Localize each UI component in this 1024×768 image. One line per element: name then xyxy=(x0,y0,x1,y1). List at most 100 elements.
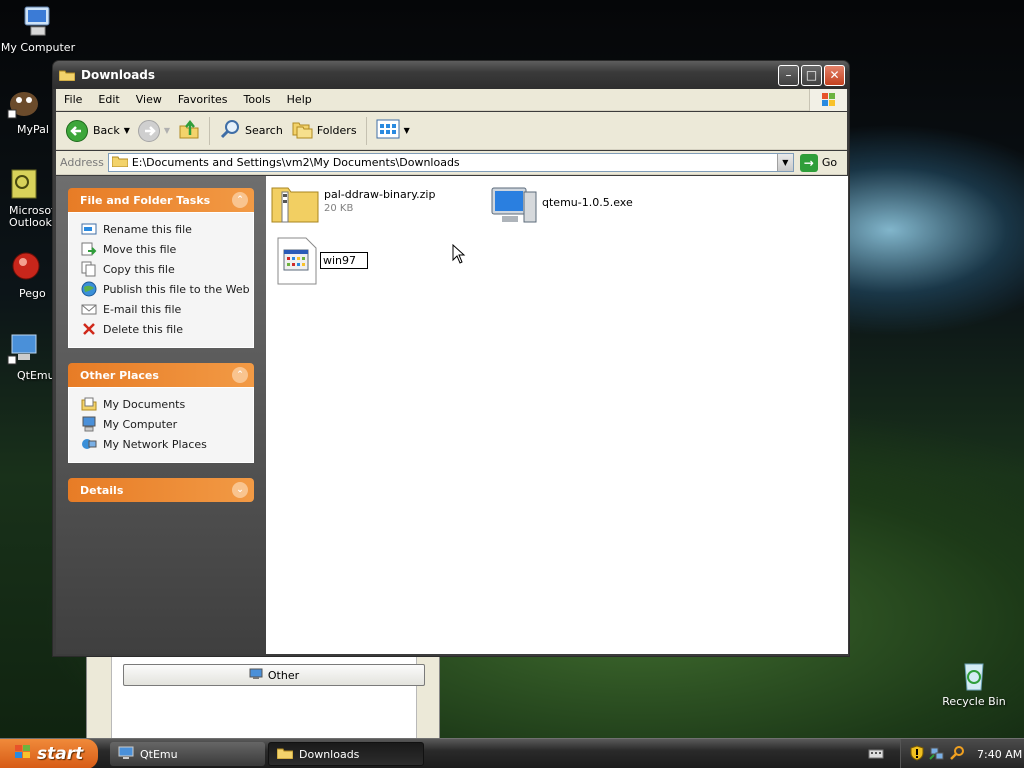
task-move-file[interactable]: Move this file xyxy=(81,239,253,259)
other-places-title: Other Places xyxy=(80,368,159,382)
desktop-icon-pego[interactable]: Pego xyxy=(0,250,53,300)
place-my-computer[interactable]: My Computer xyxy=(81,414,253,434)
maximize-button[interactable]: □ xyxy=(801,65,822,86)
menu-edit[interactable]: Edit xyxy=(90,93,127,106)
taskbar-button-qtemu[interactable]: QtEmu xyxy=(110,742,265,766)
task-rename-file[interactable]: Rename this file xyxy=(81,219,253,239)
place-my-documents[interactable]: My Documents xyxy=(81,394,253,414)
collapse-chevron-icon[interactable]: ⌃ xyxy=(232,367,248,383)
qtemu-icon xyxy=(6,332,40,366)
file-item[interactable]: qtemu-1.0.5.exe xyxy=(488,184,633,229)
forward-arrow-icon xyxy=(137,119,160,142)
back-button[interactable]: Back ▼ xyxy=(62,116,134,146)
network-connection-icon[interactable] xyxy=(929,745,945,764)
taskbar-button-label: Downloads xyxy=(299,747,360,761)
menu-bar: File Edit View Favorites Tools Help xyxy=(56,89,847,111)
go-arrow-icon: → xyxy=(799,153,818,172)
up-folder-button[interactable] xyxy=(174,116,204,146)
outlook-icon xyxy=(6,168,40,202)
close-button[interactable]: ✕ xyxy=(824,65,845,86)
other-button[interactable]: Other xyxy=(123,664,425,686)
task-label: E-mail this file xyxy=(103,302,182,316)
folder-icon xyxy=(276,747,294,762)
task-copy-file[interactable]: Copy this file xyxy=(81,259,253,279)
forward-button[interactable]: ▼ xyxy=(134,116,174,146)
task-email-file[interactable]: E-mail this file xyxy=(81,299,253,319)
chevron-down-icon[interactable]: ▼ xyxy=(164,126,170,135)
search-button[interactable]: Search xyxy=(215,116,287,146)
address-input[interactable]: E:\Documents and Settings\vm2\My Documen… xyxy=(107,153,794,172)
recycle-bin-icon xyxy=(957,658,991,692)
toolbar-separator xyxy=(209,116,211,145)
search-tray-icon[interactable] xyxy=(949,745,965,764)
chevron-down-icon[interactable]: ▼ xyxy=(776,154,793,171)
back-label: Back xyxy=(93,124,120,137)
title-bar[interactable]: Downloads xyxy=(53,61,849,89)
task-delete-file[interactable]: Delete this file xyxy=(81,319,253,339)
place-label: My Network Places xyxy=(103,437,207,451)
task-publish-web[interactable]: Publish this file to the Web xyxy=(81,279,253,299)
desktop-icon-qtemu[interactable]: QtEmu xyxy=(0,332,53,382)
computer-icon xyxy=(81,416,97,432)
chevron-down-icon[interactable]: ▼ xyxy=(124,126,130,135)
views-icon xyxy=(376,119,400,142)
desktop-icon-my-computer[interactable]: My Computer xyxy=(0,4,83,54)
place-my-network-places[interactable]: My Network Places xyxy=(81,434,253,454)
menu-help[interactable]: Help xyxy=(279,93,320,106)
clock[interactable]: 7:40 AM xyxy=(977,748,1022,761)
rename-input[interactable]: win97 xyxy=(320,252,368,269)
file-folder-tasks-header[interactable]: File and Folder Tasks ⌃ xyxy=(68,188,254,212)
monitor-icon xyxy=(249,668,263,683)
taskbar-button-downloads[interactable]: Downloads xyxy=(268,742,424,766)
my-documents-icon xyxy=(81,396,97,412)
task-label: Delete this file xyxy=(103,322,183,336)
explorer-window[interactable]: Downloads – □ ✕ File Edit View Favorites… xyxy=(52,60,850,657)
address-bar: Address E:\Documents and Settings\vm2\My… xyxy=(56,151,847,175)
generic-file-icon xyxy=(276,236,318,289)
go-button[interactable]: → Go xyxy=(799,153,837,172)
menu-file[interactable]: File xyxy=(56,93,90,106)
zip-folder-icon xyxy=(270,182,320,227)
file-name: qtemu-1.0.5.exe xyxy=(542,196,633,209)
minimize-button[interactable]: – xyxy=(778,65,799,86)
file-item-renaming[interactable]: win97 xyxy=(276,236,368,289)
chevron-down-icon[interactable]: ▼ xyxy=(404,126,410,135)
desktop-icon-outlook[interactable]: Microsoft Outlook xyxy=(0,168,53,229)
desktop-icon-label: QtEmu xyxy=(17,369,53,382)
details-panel: Details ⌄ xyxy=(68,478,254,502)
details-header[interactable]: Details ⌄ xyxy=(68,478,254,502)
other-places-header[interactable]: Other Places ⌃ xyxy=(68,363,254,387)
folder-icon xyxy=(58,69,76,82)
back-arrow-icon xyxy=(66,119,88,142)
views-button[interactable]: ▼ xyxy=(372,116,414,146)
menu-tools[interactable]: Tools xyxy=(236,93,279,106)
address-path: E:\Documents and Settings\vm2\My Documen… xyxy=(131,156,460,169)
security-shield-icon[interactable] xyxy=(909,744,925,764)
search-label: Search xyxy=(245,124,283,137)
desktop-icon-recycle-bin[interactable]: Recycle Bin xyxy=(929,658,1019,708)
windows-logo-icon xyxy=(14,744,32,765)
windows-logo-icon xyxy=(809,89,847,111)
email-icon xyxy=(81,301,97,317)
desktop-icon-mypal[interactable]: MyPal 6 xyxy=(0,86,53,136)
copy-icon xyxy=(81,261,97,277)
expand-chevron-icon[interactable]: ⌄ xyxy=(232,482,248,498)
other-places-panel: Other Places ⌃ My Documents My Computer … xyxy=(68,363,254,463)
mouse-cursor-icon xyxy=(452,243,466,267)
rename-icon xyxy=(81,221,97,237)
system-tray: 7:40 AM xyxy=(900,739,1024,768)
file-item[interactable]: pal-ddraw-binary.zip 20 KB xyxy=(270,182,435,227)
toolbar: Back ▼ ▼ Search Folders ▼ xyxy=(56,112,847,150)
globe-icon xyxy=(81,281,97,297)
up-folder-icon xyxy=(178,118,200,143)
collapse-chevron-icon[interactable]: ⌃ xyxy=(232,192,248,208)
keyboard-icon[interactable] xyxy=(868,747,884,764)
menu-view[interactable]: View xyxy=(128,93,170,106)
task-label: Move this file xyxy=(103,242,177,256)
start-button[interactable]: start xyxy=(0,739,98,768)
folders-button[interactable]: Folders xyxy=(287,116,361,146)
desktop-icon-label: My Computer xyxy=(0,41,76,54)
close-icon: ✕ xyxy=(829,68,840,82)
computer-icon xyxy=(21,4,55,38)
menu-favorites[interactable]: Favorites xyxy=(170,93,236,106)
